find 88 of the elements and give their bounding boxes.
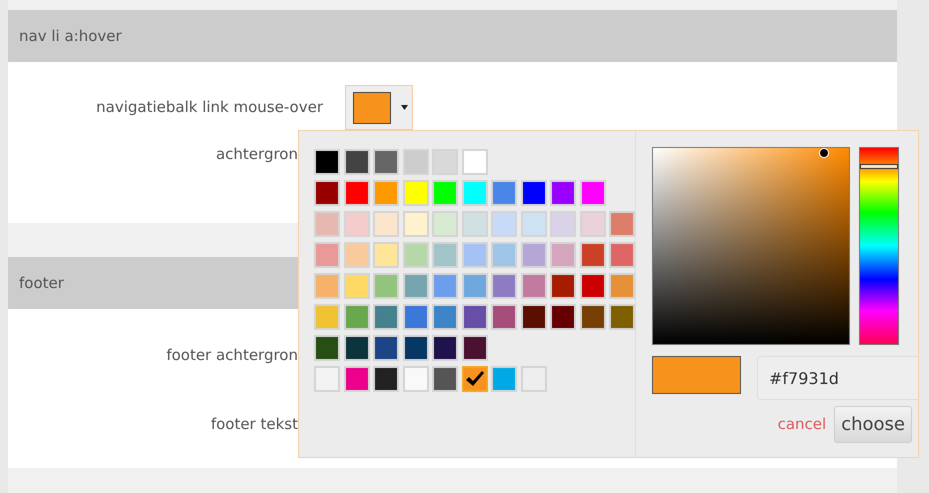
color-swatch[interactable] bbox=[314, 180, 340, 206]
hex-input[interactable]: #f7931d bbox=[757, 356, 918, 400]
caret-icon bbox=[401, 105, 408, 110]
field-label: footer tekst bbox=[210, 414, 298, 436]
color-swatch[interactable] bbox=[520, 180, 546, 206]
color-swatch[interactable] bbox=[520, 273, 546, 299]
field-label: achtergron bbox=[214, 144, 298, 166]
color-swatch[interactable] bbox=[462, 273, 488, 299]
hue-handle[interactable] bbox=[860, 164, 898, 169]
hue-slider[interactable] bbox=[859, 147, 899, 345]
color-swatch[interactable] bbox=[609, 273, 635, 299]
color-swatch[interactable] bbox=[344, 304, 370, 330]
color-swatch[interactable] bbox=[609, 242, 635, 268]
color-swatch[interactable] bbox=[344, 180, 370, 206]
color-swatch[interactable] bbox=[432, 149, 458, 175]
color-swatch[interactable] bbox=[462, 211, 488, 237]
color-swatch[interactable] bbox=[432, 180, 458, 206]
color-swatch[interactable] bbox=[462, 149, 488, 175]
color-swatch[interactable] bbox=[462, 180, 488, 206]
color-swatch[interactable] bbox=[314, 366, 340, 392]
color-swatch[interactable] bbox=[402, 242, 428, 268]
color-swatch[interactable] bbox=[344, 149, 370, 175]
color-swatch[interactable] bbox=[520, 366, 546, 392]
color-swatch[interactable] bbox=[402, 273, 428, 299]
choose-button[interactable]: choose bbox=[834, 406, 912, 443]
color-swatch[interactable] bbox=[462, 366, 488, 392]
color-swatch[interactable] bbox=[344, 211, 370, 237]
color-swatch[interactable] bbox=[609, 304, 635, 330]
field-label: footer achtergron bbox=[165, 345, 298, 366]
field-label: navigatiebalk link mouse-over bbox=[95, 97, 324, 118]
color-swatch[interactable] bbox=[520, 211, 546, 237]
color-swatch[interactable] bbox=[314, 242, 340, 268]
color-swatch[interactable] bbox=[462, 335, 488, 361]
saturation-value-area[interactable] bbox=[652, 147, 850, 345]
color-swatch[interactable] bbox=[432, 211, 458, 237]
color-swatch[interactable] bbox=[344, 366, 370, 392]
color-swatch[interactable] bbox=[432, 242, 458, 268]
color-swatch[interactable] bbox=[373, 242, 399, 268]
color-swatch[interactable] bbox=[491, 366, 517, 392]
section-header: nav li a:hover bbox=[8, 10, 897, 62]
color-handle[interactable] bbox=[819, 148, 829, 158]
color-swatch[interactable] bbox=[580, 211, 606, 237]
color-swatch[interactable] bbox=[314, 273, 340, 299]
color-swatch[interactable] bbox=[550, 242, 576, 268]
color-swatch[interactable] bbox=[580, 304, 606, 330]
color-swatch[interactable] bbox=[402, 304, 428, 330]
color-swatch[interactable] bbox=[344, 242, 370, 268]
color-swatch[interactable] bbox=[550, 273, 576, 299]
color-swatch[interactable] bbox=[373, 366, 399, 392]
color-swatch[interactable] bbox=[491, 211, 517, 237]
check-icon bbox=[464, 370, 484, 388]
color-swatch[interactable] bbox=[314, 211, 340, 237]
color-swatch[interactable] bbox=[373, 149, 399, 175]
color-swatch[interactable] bbox=[520, 242, 546, 268]
color-swatch[interactable] bbox=[432, 273, 458, 299]
color-swatch[interactable] bbox=[314, 149, 340, 175]
color-swatch[interactable] bbox=[462, 242, 488, 268]
color-swatch[interactable] bbox=[580, 180, 606, 206]
color-swatch[interactable] bbox=[373, 180, 399, 206]
color-swatch[interactable] bbox=[550, 211, 576, 237]
color-swatch[interactable] bbox=[550, 304, 576, 330]
color-swatch[interactable] bbox=[402, 366, 428, 392]
color-swatch[interactable] bbox=[402, 211, 428, 237]
color-swatch[interactable] bbox=[580, 242, 606, 268]
color-swatch[interactable] bbox=[373, 211, 399, 237]
color-swatch[interactable] bbox=[314, 335, 340, 361]
color-swatch[interactable] bbox=[550, 180, 576, 206]
color-swatch[interactable] bbox=[432, 304, 458, 330]
color-swatch[interactable] bbox=[402, 149, 428, 175]
color-swatch[interactable] bbox=[491, 304, 517, 330]
color-swatch[interactable] bbox=[520, 304, 546, 330]
color-picker-button[interactable] bbox=[345, 85, 413, 130]
color-swatch[interactable] bbox=[491, 180, 517, 206]
color-swatch[interactable] bbox=[491, 273, 517, 299]
color-swatch[interactable] bbox=[344, 335, 370, 361]
color-swatch[interactable] bbox=[432, 366, 458, 392]
color-swatch[interactable] bbox=[344, 273, 370, 299]
color-swatch[interactable] bbox=[462, 304, 488, 330]
color-swatch[interactable] bbox=[373, 335, 399, 361]
color-swatch[interactable] bbox=[609, 211, 635, 237]
color-swatch[interactable] bbox=[402, 180, 428, 206]
color-swatch[interactable] bbox=[491, 242, 517, 268]
color-swatch[interactable] bbox=[432, 335, 458, 361]
color-swatch[interactable] bbox=[402, 335, 428, 361]
color-swatch[interactable] bbox=[314, 304, 340, 330]
color-swatch[interactable] bbox=[373, 273, 399, 299]
color-swatch[interactable] bbox=[373, 304, 399, 330]
color-swatch[interactable] bbox=[580, 273, 606, 299]
